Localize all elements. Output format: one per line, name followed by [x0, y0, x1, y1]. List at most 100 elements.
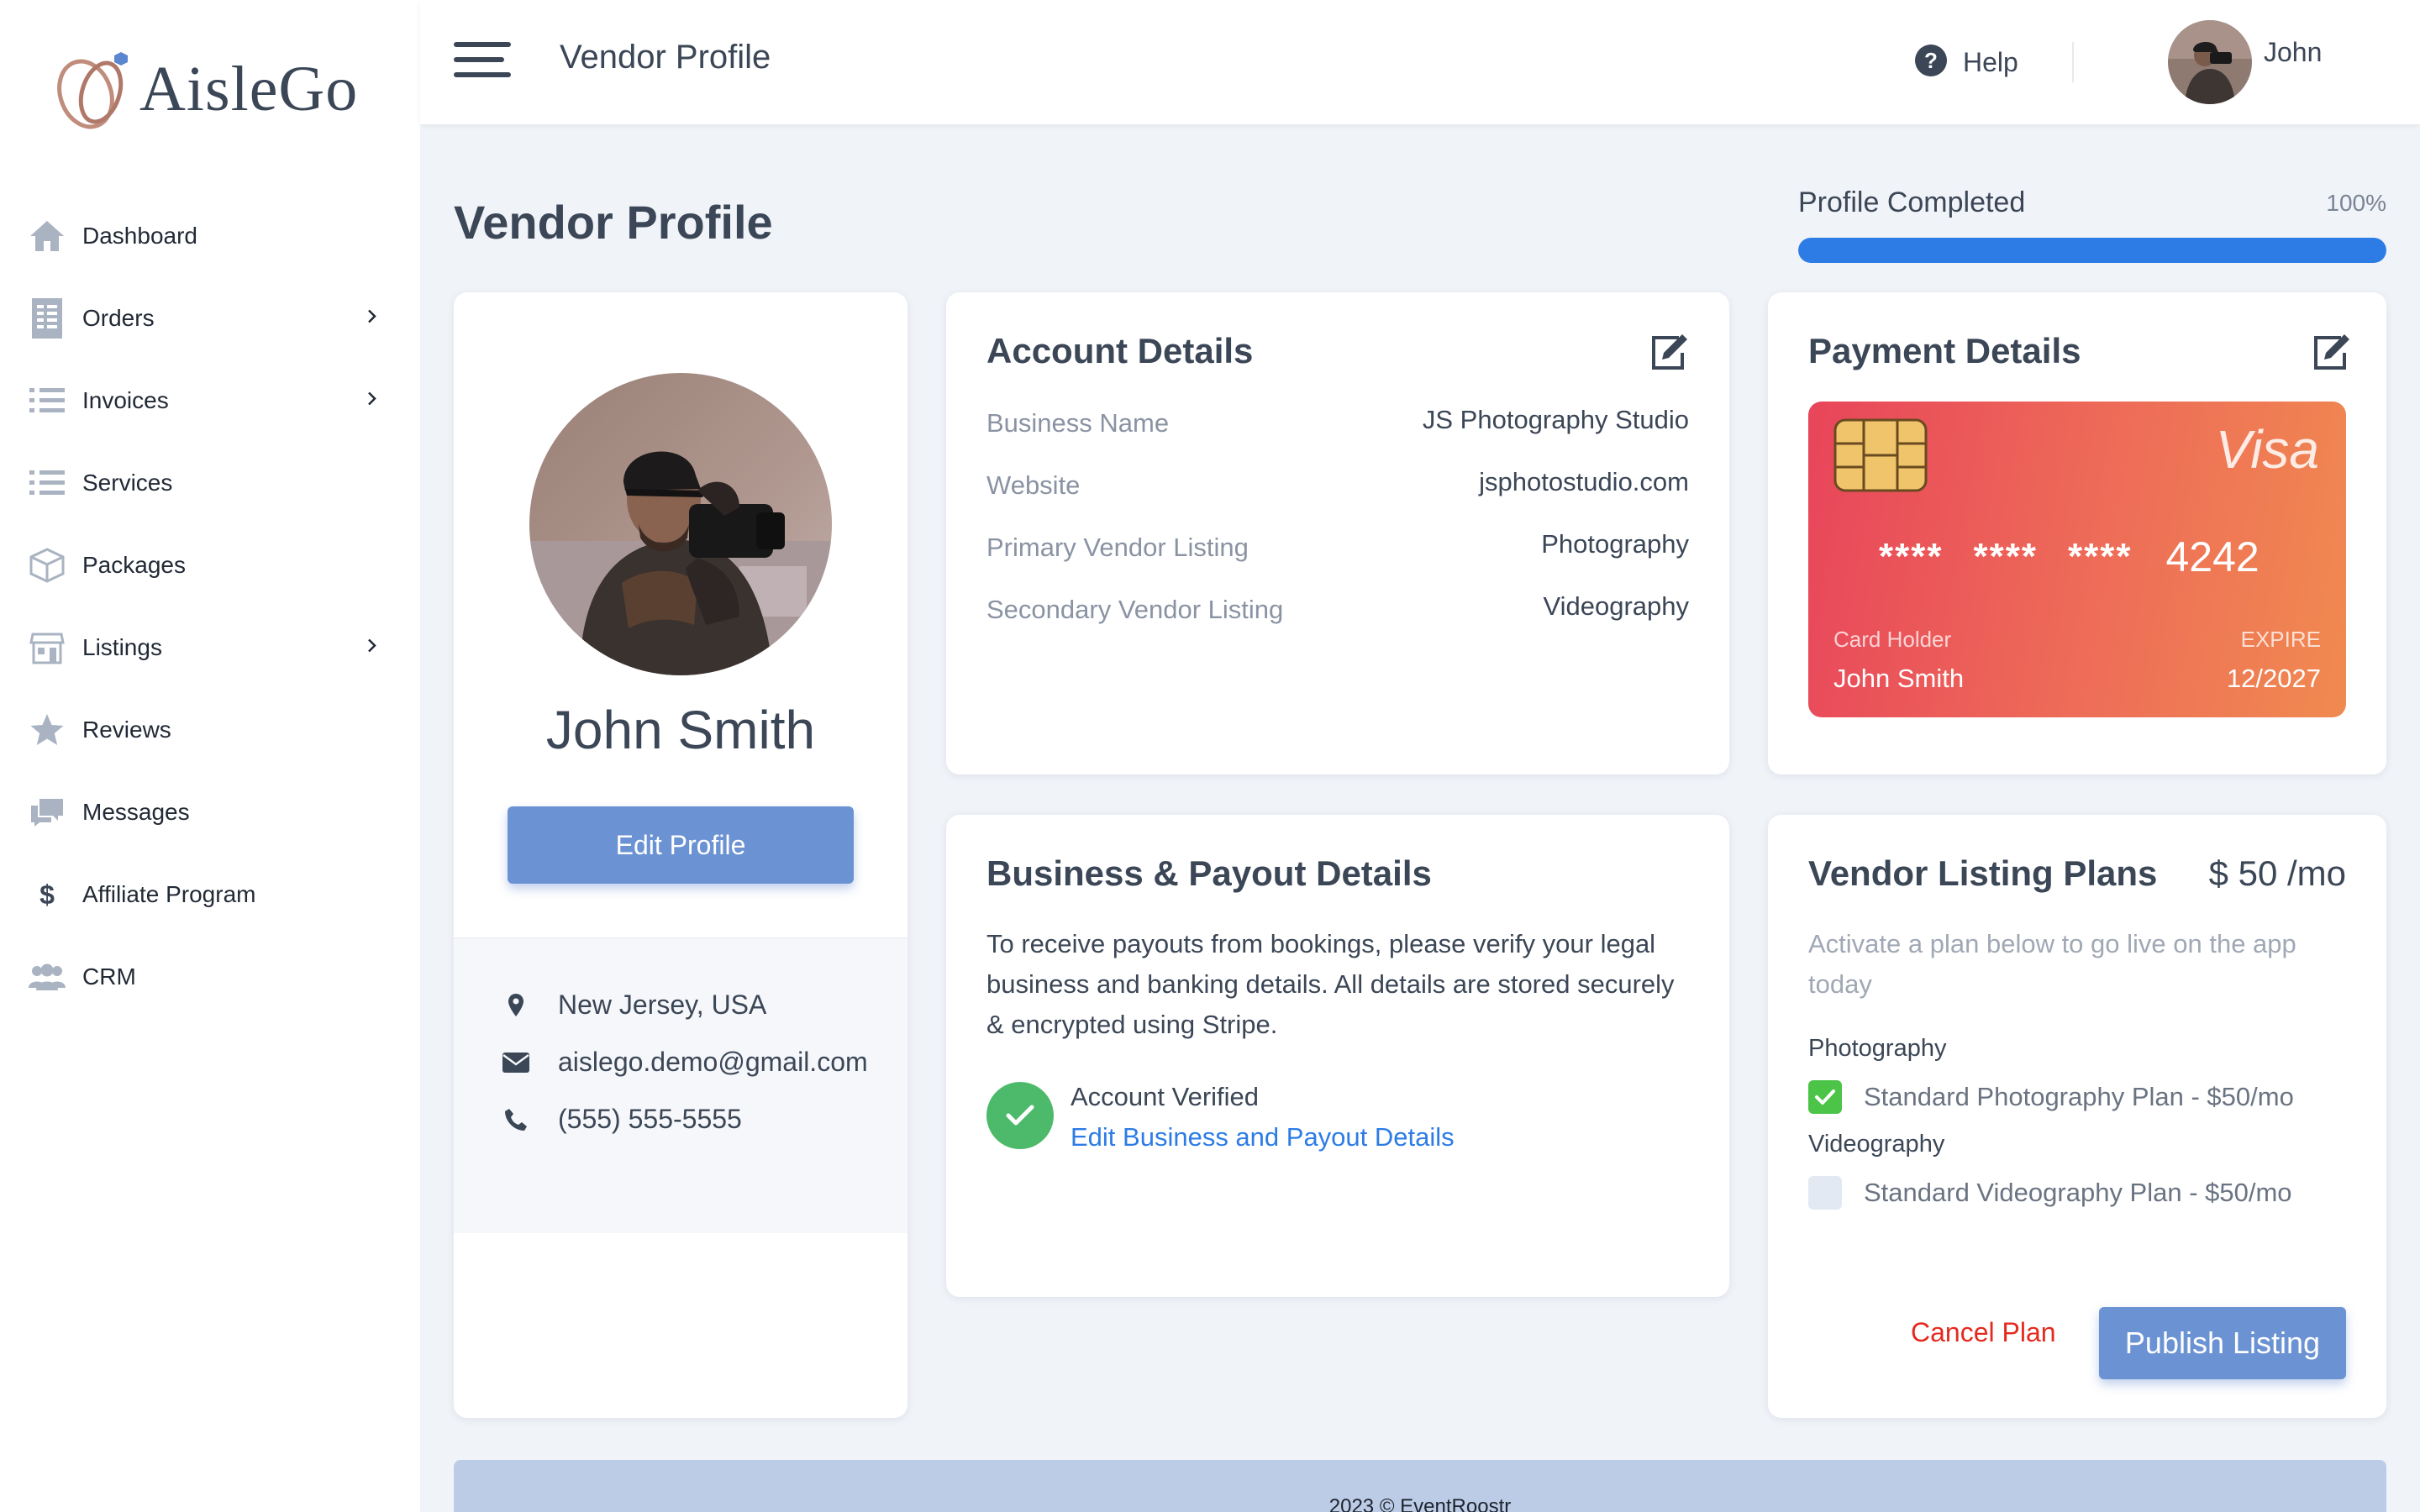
- cancel-plan-button[interactable]: Cancel Plan: [1911, 1317, 2056, 1348]
- store-icon: [29, 629, 66, 666]
- star-icon: [29, 711, 66, 748]
- publish-listing-button[interactable]: Publish Listing: [2099, 1307, 2346, 1379]
- users-icon: [29, 958, 66, 995]
- verified-text: Account Verified Edit Business and Payou…: [1071, 1077, 1455, 1158]
- checkbox-unchecked[interactable]: [1808, 1176, 1842, 1210]
- user-name: John: [2264, 36, 2323, 67]
- sidebar-item-listings[interactable]: Listings: [0, 606, 420, 689]
- sidebar-item-packages[interactable]: Packages: [0, 524, 420, 606]
- plan-price: $ 50 /mo: [2208, 853, 2346, 893]
- svg-text:?: ?: [1924, 48, 1938, 73]
- chevron-right-icon: [366, 391, 378, 412]
- brand-logo[interactable]: AisleGo: [49, 47, 358, 131]
- question-circle-icon: ?: [1914, 44, 1948, 81]
- email-text: aislego.demo@gmail.com: [558, 1047, 868, 1077]
- card-last4: 4242: [2165, 533, 2260, 580]
- progress-percent: 100%: [2326, 190, 2386, 216]
- svg-text:$: $: [39, 879, 55, 910]
- detail-label: Website: [986, 470, 1081, 500]
- avatar: [2168, 20, 2252, 104]
- card-brand: Visa: [2215, 419, 2319, 480]
- plan-option-label: Standard Photography Plan - $50/mo: [1864, 1082, 2294, 1111]
- progress-bar: [1798, 238, 2386, 263]
- box-icon: [29, 547, 66, 584]
- card-title: Business & Payout Details: [986, 853, 1432, 893]
- detail-value: Photography: [1541, 529, 1689, 559]
- chat-icon: [29, 794, 66, 831]
- help-button[interactable]: ? Help: [1914, 44, 2018, 81]
- help-label: Help: [1963, 47, 2018, 77]
- phone-icon: [502, 1106, 529, 1133]
- edit-icon[interactable]: [2311, 333, 2351, 373]
- plan-option-label: Standard Videography Plan - $50/mo: [1864, 1178, 2292, 1207]
- profile-progress: Profile Completed 100%: [1798, 186, 2386, 263]
- edit-payout-link[interactable]: Edit Business and Payout Details: [1071, 1117, 1455, 1158]
- card-expire-date: 12/2027: [2226, 664, 2321, 693]
- business-payout-card: Business & Payout Details To receive pay…: [946, 815, 1729, 1297]
- progress-label: Profile Completed: [1798, 186, 2026, 218]
- progress-fill: [1798, 238, 2386, 263]
- sidebar-item-label: Messages: [82, 799, 190, 825]
- contact-email: aislego.demo@gmail.com: [502, 1047, 868, 1078]
- edit-icon[interactable]: [1649, 333, 1689, 373]
- detail-label: Secondary Vendor Listing: [986, 595, 1284, 624]
- sidebar-item-dashboard[interactable]: Dashboard: [0, 195, 420, 277]
- sidebar-item-affiliate-program[interactable]: $ Affiliate Program: [0, 853, 420, 936]
- contact-location: New Jersey, USA: [502, 990, 766, 1021]
- top-bar: Vendor Profile ? Help John: [420, 0, 2420, 124]
- menu-icon[interactable]: [454, 42, 511, 82]
- detail-row: Secondary Vendor Listing Videography: [986, 591, 1689, 628]
- sidebar-item-label: Invoices: [82, 387, 169, 413]
- business-description: To receive payouts from bookings, please…: [986, 929, 1675, 1039]
- contact-info: New Jersey, USA aislego.demo@gmail.com (…: [454, 937, 908, 1233]
- plan-group-label: Photography: [1808, 1035, 1947, 1062]
- footer-text: 2023 © EventRoostr: [1328, 1495, 1512, 1512]
- detail-value: JS Photography Studio: [1422, 405, 1689, 434]
- card-title: Payment Details: [1808, 331, 2081, 370]
- sidebar-item-messages[interactable]: Messages: [0, 771, 420, 853]
- envelope-icon: [502, 1049, 529, 1076]
- profile-name: John Smith: [545, 700, 816, 760]
- brand-name: AisleGo: [139, 53, 359, 124]
- user-menu[interactable]: John: [2168, 20, 2322, 104]
- payment-details-card: Payment Details Visa **** **** **** 4242…: [1768, 292, 2386, 774]
- sidebar: AisleGo Dashboard Orders Invoices Servic…: [0, 0, 420, 1512]
- checkbox-checked[interactable]: [1808, 1080, 1842, 1114]
- sidebar-item-invoices[interactable]: Invoices: [0, 360, 420, 442]
- masked-group: ****: [1973, 536, 2038, 577]
- card-chip-icon: [1833, 418, 1928, 492]
- plan-option-videography[interactable]: Standard Videography Plan - $50/mo: [1808, 1176, 2292, 1210]
- card-expire-label: EXPIRE: [2240, 627, 2321, 652]
- sidebar-item-label: Dashboard: [82, 223, 197, 249]
- plan-option-photography[interactable]: Standard Photography Plan - $50/mo: [1808, 1080, 2294, 1114]
- card-holder-name: John Smith: [1833, 664, 1965, 693]
- footer: 2023 © EventRoostr: [454, 1460, 2386, 1512]
- verified-label: Account Verified: [1071, 1082, 1260, 1111]
- profile-photo: [529, 373, 832, 675]
- sidebar-item-services[interactable]: Services: [0, 442, 420, 524]
- detail-label: Business Name: [986, 408, 1170, 438]
- card-number: **** **** **** 4242: [1879, 533, 2260, 581]
- sidebar-item-crm[interactable]: CRM: [0, 936, 420, 1018]
- detail-label: Primary Vendor Listing: [986, 533, 1249, 562]
- account-verified: Account Verified Edit Business and Payou…: [986, 1077, 1455, 1158]
- profile-card: John Smith Edit Profile New Jersey, USA …: [454, 292, 908, 1418]
- detail-value: jsphotostudio.com: [1479, 467, 1689, 496]
- contact-phone: (555) 555-5555: [502, 1104, 742, 1135]
- receipt-icon: [29, 298, 66, 339]
- credit-card: Visa **** **** **** 4242 Card Holder Joh…: [1808, 402, 2346, 717]
- home-icon: [29, 218, 66, 255]
- page-title: Vendor Profile: [454, 196, 773, 249]
- detail-row: Primary Vendor Listing Photography: [986, 529, 1689, 566]
- card-holder-label: Card Holder: [1833, 627, 1952, 652]
- sidebar-item-orders[interactable]: Orders: [0, 277, 420, 360]
- sidebar-item-reviews[interactable]: Reviews: [0, 689, 420, 771]
- sidebar-item-label: Reviews: [82, 717, 171, 743]
- account-details-card: Account Details Business Name JS Photogr…: [946, 292, 1729, 774]
- detail-row: Business Name JS Photography Studio: [986, 405, 1689, 442]
- detail-value: Videography: [1543, 591, 1689, 621]
- detail-row: Website jsphotostudio.com: [986, 467, 1689, 504]
- plan-group-label: Videography: [1808, 1131, 1945, 1158]
- edit-profile-button[interactable]: Edit Profile: [508, 806, 854, 884]
- logo-mark-icon: [49, 47, 136, 131]
